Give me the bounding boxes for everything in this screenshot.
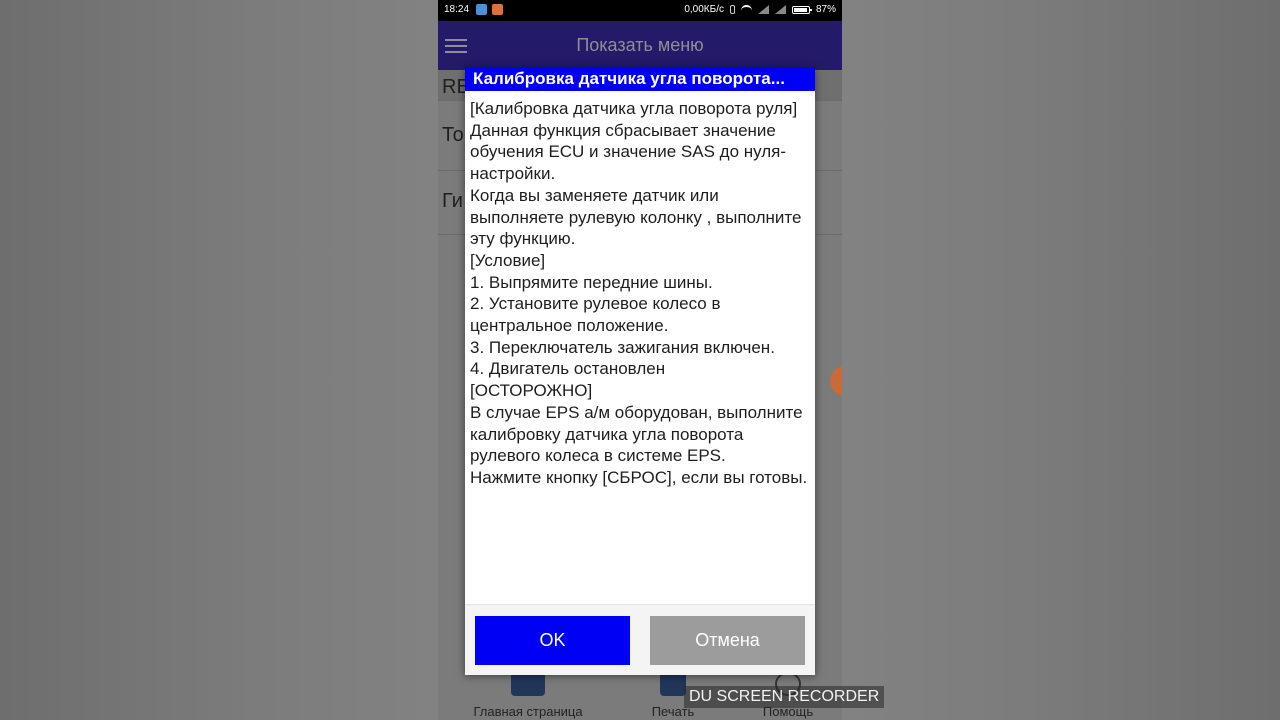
list-item-label: То <box>442 124 464 146</box>
dialog-message: [Калибровка датчика угла поворота руля] … <box>470 99 808 487</box>
app-title[interactable]: Показать меню <box>438 35 842 56</box>
calibration-dialog: Калибровка датчика угла поворота... [Кал… <box>465 67 815 675</box>
status-bar: 18:24 0,00КБ/с 87% <box>438 0 842 21</box>
app-bar: Показать меню <box>438 21 842 70</box>
network-speed: 0,00КБ/с <box>684 4 724 15</box>
ok-button[interactable]: OK <box>475 616 630 665</box>
bluetooth-icon <box>729 5 735 14</box>
wifi-icon <box>740 5 752 14</box>
status-indicators: 0,00КБ/с 87% <box>684 4 836 15</box>
notification-icon <box>476 4 487 15</box>
notification-icon <box>492 4 503 15</box>
dialog-title: Калибровка датчика угла поворота... <box>465 67 815 91</box>
cancel-button[interactable]: Отмена <box>650 616 805 665</box>
battery-icon <box>791 5 812 14</box>
print-icon <box>660 672 686 696</box>
recorder-watermark: DU SCREEN RECORDER <box>684 686 885 708</box>
car-icon <box>511 672 545 696</box>
battery-percent: 87% <box>815 4 836 15</box>
signal-icon <box>774 5 786 14</box>
signal-icon <box>757 5 769 14</box>
status-time: 18:24 <box>444 4 470 15</box>
list-item-label: Ги <box>442 190 463 212</box>
nav-home-label: Главная страница <box>473 704 583 719</box>
dialog-footer: OK Отмена <box>465 604 815 675</box>
